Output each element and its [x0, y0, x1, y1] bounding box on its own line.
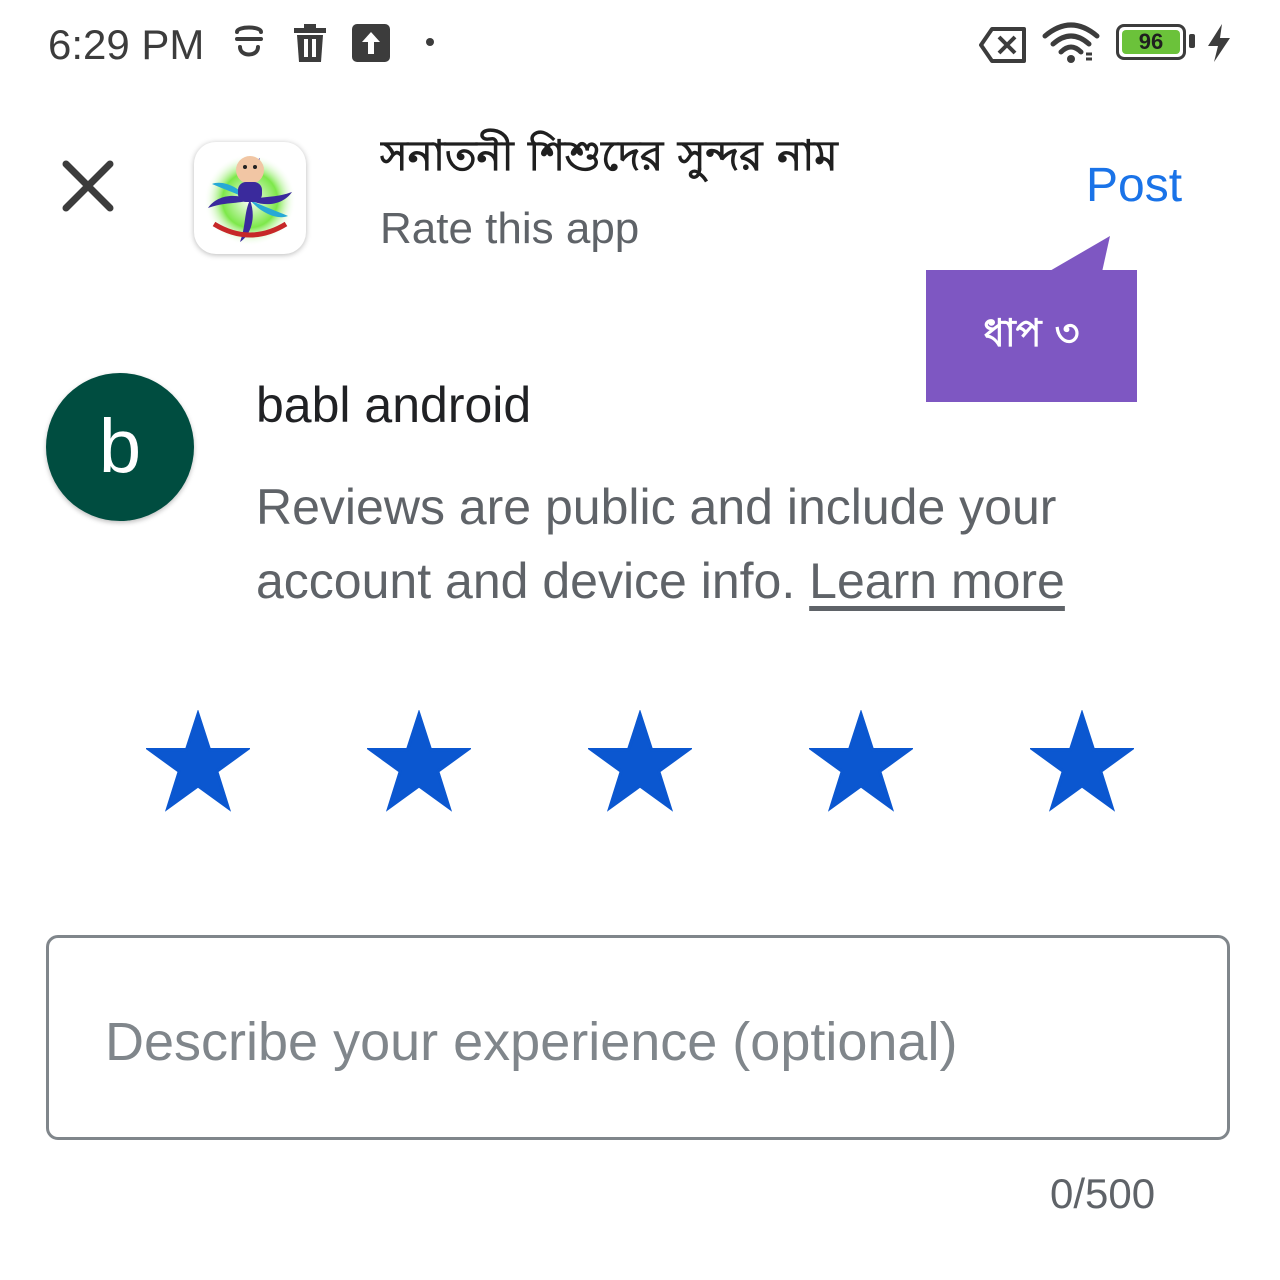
star-2-icon[interactable]	[367, 710, 471, 814]
user-name: babl android	[256, 377, 532, 433]
star-5-icon[interactable]	[1030, 710, 1134, 814]
callout-tail	[1048, 236, 1110, 272]
rate-subtitle: Rate this app	[380, 204, 640, 253]
review-input[interactable]	[103, 986, 1187, 1098]
status-time: 6:29 PM	[48, 21, 205, 68]
step-callout: ধাপ ৩	[926, 270, 1137, 402]
charging-icon	[1208, 24, 1230, 62]
battery-level: 96	[1138, 29, 1164, 54]
star-4-icon[interactable]	[809, 710, 913, 814]
battery-terminal	[1189, 34, 1195, 48]
review-field	[46, 935, 1230, 1140]
dot-icon	[426, 38, 434, 46]
star-3-icon[interactable]	[588, 710, 692, 814]
app-logo-icon	[194, 142, 306, 254]
avatar-letter: b	[98, 404, 142, 489]
close-icon[interactable]	[52, 150, 124, 222]
avatar: b	[46, 373, 194, 521]
upload-icon	[352, 24, 390, 62]
learn-more-link[interactable]: Learn more	[809, 553, 1065, 609]
battery-icon: 96	[1116, 24, 1186, 60]
no-sim-icon	[979, 27, 1026, 63]
post-button[interactable]: Post	[1086, 158, 1182, 214]
app-name: সনাতনী শিশুদের সুন্দর নাম	[380, 131, 838, 180]
review-disclaimer: Reviews are public and include your acco…	[256, 470, 1156, 618]
wifi-icon	[1042, 22, 1100, 63]
star-1-icon[interactable]	[146, 710, 250, 814]
char-counter: 0/500	[1050, 1170, 1156, 1217]
gesture-icon	[235, 25, 263, 57]
trash-icon	[294, 24, 326, 62]
